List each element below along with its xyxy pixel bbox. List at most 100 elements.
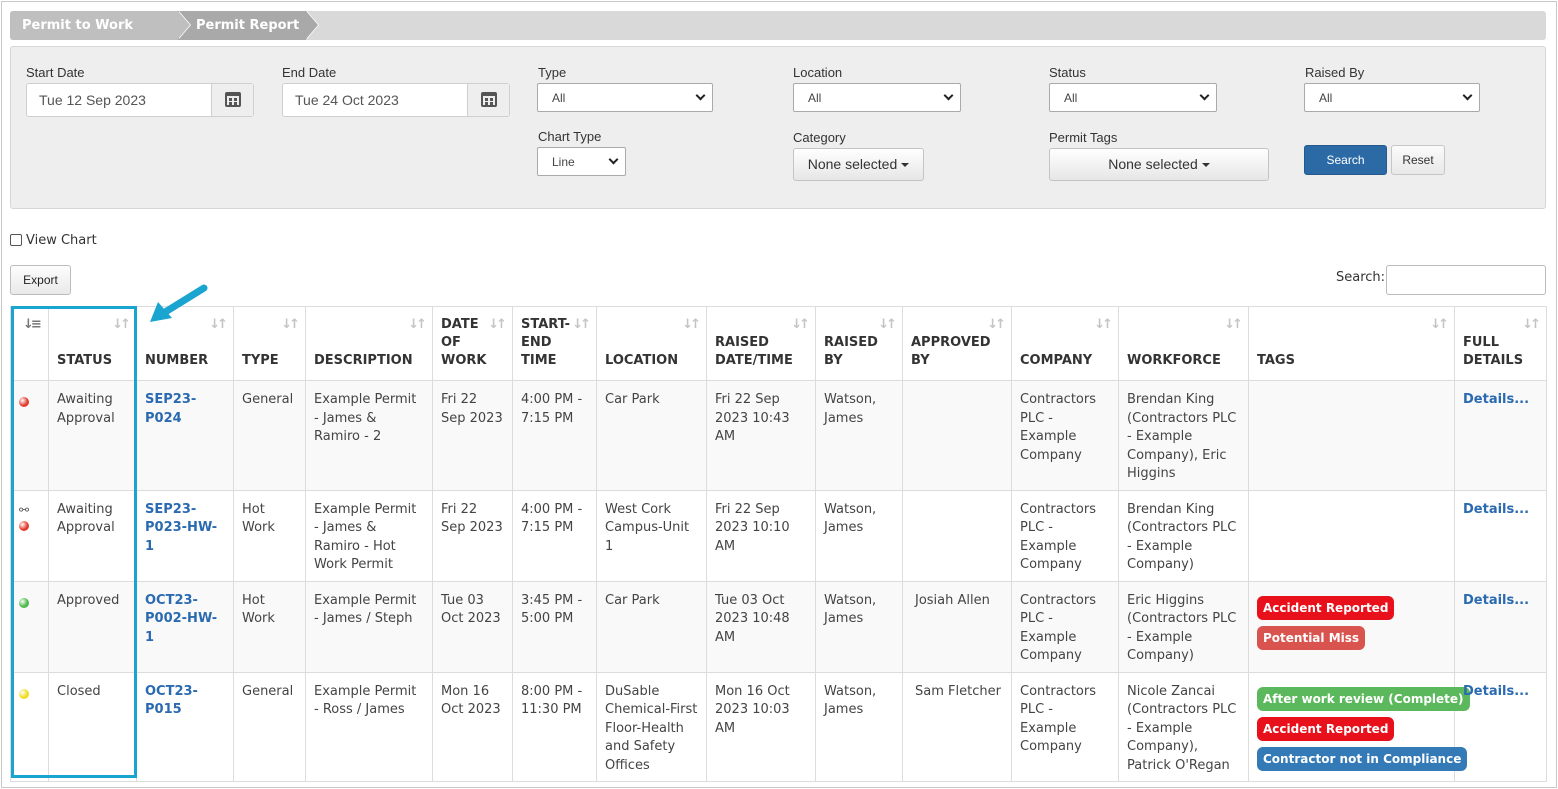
description-cell: Example Permit - Ross / James	[305, 671, 433, 782]
caret-down-icon	[1201, 163, 1210, 168]
location-label: Location	[793, 65, 843, 80]
chevron-down-icon	[1199, 90, 1210, 101]
permit-number-link[interactable]: OCT23-P002-HW-1	[145, 593, 217, 645]
column-header-type[interactable]: ↓↑ TYPE	[233, 306, 306, 381]
status-select-value: All	[1064, 91, 1078, 105]
permit-number-link[interactable]: SEP23-P024	[145, 392, 196, 426]
column-header-text	[242, 334, 297, 352]
column-header-workforce[interactable]: ↓↑ WORKFORCE	[1118, 306, 1249, 381]
company-cell: Contractors PLC - Example Company	[1011, 580, 1119, 673]
raised-by-cell: Watson, James	[815, 580, 903, 673]
column-header-text: FULL	[1463, 335, 1500, 350]
status-dot-icon	[19, 520, 29, 531]
company-cell: Contractors PLC - Example Company	[1011, 380, 1119, 491]
date-of-work-cell: Tue 03 Oct 2023	[432, 580, 513, 673]
column-header-description[interactable]: ↓↑ DESCRIPTION	[305, 306, 433, 381]
description-cell: Example Permit - James / Steph	[305, 580, 433, 673]
raised-by-select[interactable]: All	[1304, 83, 1480, 112]
breadcrumb-home-link[interactable]: Permit to Work Home	[10, 11, 178, 62]
column-header-details[interactable]: ↓↑ FULL DETAILS	[1454, 306, 1547, 381]
approved-by-cell	[902, 489, 1012, 582]
date-of-work-cell: Mon 16 Oct 2023	[441, 683, 501, 718]
type-select[interactable]: All	[537, 83, 713, 112]
end-date-field[interactable]: Tue 24 Oct 2023	[282, 83, 510, 117]
type-label: Type	[538, 65, 567, 80]
type-cell: Hot Work	[233, 489, 306, 582]
column-header-text	[605, 334, 698, 352]
export-button[interactable]: Export	[10, 265, 71, 295]
details-link[interactable]: Details...	[1463, 593, 1529, 608]
approved-by-cell: Josiah Allen	[915, 592, 990, 608]
table-row[interactable]: Closed OCT23-P015 General Example Permit - …	[10, 671, 1547, 782]
chevron-down-icon	[943, 90, 954, 101]
status-indicator-cell	[10, 380, 49, 491]
chart-type-select[interactable]: Line	[537, 147, 626, 176]
end-date-calendar-button[interactable]	[467, 84, 509, 116]
column-header-text: OF	[441, 335, 461, 350]
chevron-down-icon	[1462, 90, 1473, 101]
raised-datetime-cell: Tue 03 Oct 2023 10:48 AM	[706, 580, 816, 673]
type-cell: General	[233, 671, 306, 782]
raised-datetime-cell: Mon 16 Oct 2023 10:03 AM	[706, 671, 816, 782]
sort-icon: ↓↑	[281, 317, 300, 332]
table-row[interactable]: ⚯ Awaiting Approval SEP23-P023-HW-1 Hot Wor…	[10, 489, 1547, 582]
column-header-date-time[interactable]: ↓↑ RAISED DATE/TIME	[706, 306, 816, 381]
description-cell: Example Permit - James & Ramiro - 2	[314, 392, 417, 444]
sort-icon: ↓↑	[1224, 317, 1243, 332]
approved-by-cell	[911, 502, 915, 517]
status-indicator-cell: ⚯	[10, 489, 49, 582]
column-header-text: NUMBER	[145, 353, 209, 368]
sort-icon: ↓↑	[408, 317, 427, 332]
tags-cell	[1248, 380, 1455, 491]
permit-number-link[interactable]: SEP23-P023-HW-1	[145, 502, 217, 554]
details-link[interactable]: Details...	[1463, 502, 1529, 517]
view-chart-checkbox[interactable]	[10, 234, 22, 246]
raised-datetime-cell: Tue 03 Oct 2023 10:48 AM	[715, 592, 790, 645]
column-header-text	[314, 334, 424, 352]
column-header-work[interactable]: ↓↑ DATE OF WORK	[432, 306, 513, 381]
column-header-text	[1020, 334, 1110, 352]
search-button[interactable]: Search	[1304, 145, 1387, 175]
details-link[interactable]: Details...	[1463, 392, 1529, 407]
time-cell: 3:45 PM - 5:00 PM	[521, 592, 583, 627]
time-cell: 4:00 PM - 7:15 PM	[521, 392, 583, 426]
approved-by-cell: Sam Fletcher	[915, 683, 1001, 699]
company-cell: Contractors PLC - Example Company	[1011, 489, 1119, 582]
column-header-number[interactable]: ↓↑ NUMBER	[136, 306, 234, 381]
column-header-text: BY	[911, 353, 930, 368]
sort-icon: ↓↑	[1430, 317, 1449, 332]
start-date-calendar-button[interactable]	[211, 84, 253, 116]
column-header-location[interactable]: ↓↑ LOCATION	[596, 306, 707, 381]
company-cell: Contractors PLC - Example Company	[1011, 671, 1119, 782]
details-link[interactable]: Details...	[1463, 684, 1529, 699]
sort-icon: ↓↑	[878, 317, 897, 332]
column-header-text: APPROVED	[911, 335, 991, 350]
location-cell: Car Park	[605, 392, 660, 407]
reset-button[interactable]: Reset	[1391, 145, 1445, 175]
column-header-time[interactable]: ↓↑ START- END TIME	[512, 306, 597, 381]
category-multiselect[interactable]: None selected	[793, 148, 924, 181]
approved-by-cell: Sam Fletcher	[902, 671, 1012, 782]
column-header-tags[interactable]: ↓↑ TAGS	[1248, 306, 1455, 381]
table-row[interactable]: Awaiting Approval SEP23-P024 General Exampl…	[10, 380, 1547, 491]
sort-indicator-header[interactable]: ↓≡	[10, 306, 49, 381]
location-cell: West Cork Campus-Unit 1	[596, 489, 707, 582]
breadcrumb-separator	[306, 11, 318, 39]
description-cell: Example Permit - Ross / James	[314, 683, 417, 718]
column-header-status[interactable]: ↓↑ STATUS	[48, 306, 137, 381]
description-cell: Example Permit - James / Steph	[314, 592, 417, 627]
start-date-field[interactable]: Tue 12 Sep 2023	[26, 83, 254, 117]
column-header-by[interactable]: ↓↑ RAISED BY	[815, 306, 903, 381]
permit-number-link[interactable]: OCT23-P015	[145, 684, 198, 718]
column-header-company[interactable]: ↓↑ COMPANY	[1011, 306, 1119, 381]
table-search-input[interactable]	[1386, 265, 1546, 295]
status-select[interactable]: All	[1049, 83, 1217, 112]
permit-tags-multiselect[interactable]: None selected	[1049, 148, 1269, 181]
location-select[interactable]: All	[793, 83, 961, 112]
time-cell: 8:00 PM - 11:30 PM	[521, 683, 583, 718]
status-cell: Awaiting Approval	[57, 392, 115, 426]
table-row[interactable]: Approved OCT23-P002-HW-1 Hot Work Example P…	[10, 580, 1547, 673]
workforce-cell: Nicole Zancai (Contractors PLC - Example…	[1118, 671, 1249, 782]
status-indicator-cell	[10, 671, 49, 782]
column-header-by[interactable]: ↓↑ APPROVED BY	[902, 306, 1012, 381]
